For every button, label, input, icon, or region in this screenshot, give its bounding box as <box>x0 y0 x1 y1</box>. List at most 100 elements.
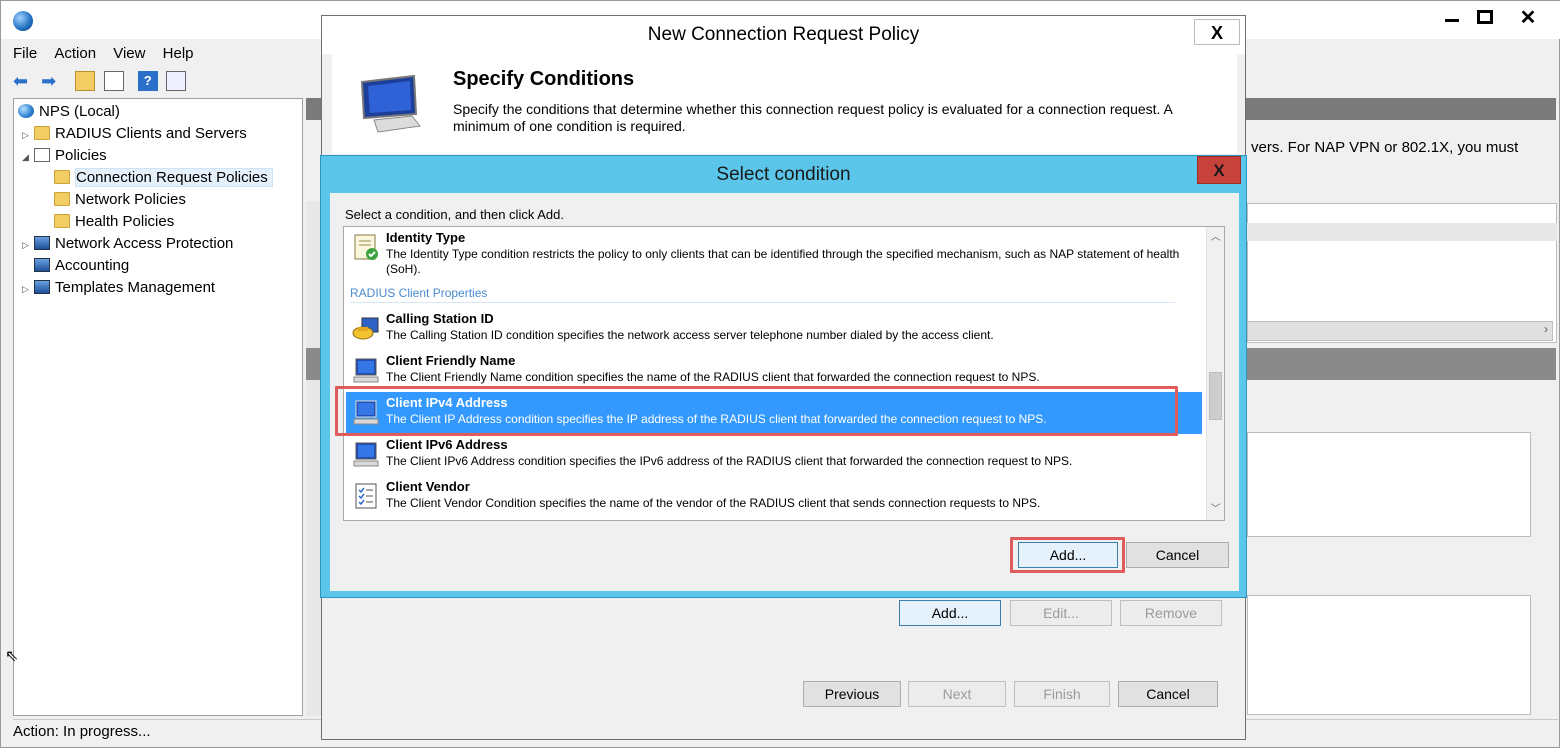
conditions-add-button[interactable]: Add... <box>899 600 1001 626</box>
maximize-button[interactable] <box>1466 7 1504 29</box>
globe-icon <box>18 104 34 118</box>
condition-list[interactable]: Identity Type The Identity Type conditio… <box>343 226 1225 521</box>
menu-view[interactable]: View <box>113 45 145 62</box>
certificate-icon <box>354 234 378 260</box>
tree-item-radius-clients[interactable]: ▷ RADIUS Clients and Servers <box>22 123 247 145</box>
close-window-button[interactable]: ✕ <box>1509 7 1547 29</box>
tree-item-network-access-protection[interactable]: ▷ Network Access Protection <box>22 233 233 255</box>
expand-arrow-icon[interactable]: ▷ <box>22 234 34 256</box>
templates-icon <box>34 280 50 294</box>
accounting-icon <box>34 258 50 272</box>
condition-description: The Calling Station ID condition specifi… <box>386 328 994 342</box>
tree-item-templates-management[interactable]: ▷ Templates Management <box>22 277 215 299</box>
folder-icon <box>54 214 70 228</box>
tree-item-label: Network Access Protection <box>55 235 234 252</box>
cancel-condition-button[interactable]: Cancel <box>1126 542 1229 568</box>
condition-description: The Client Vendor Condition specifies th… <box>386 496 1041 510</box>
cancel-button[interactable]: Cancel <box>1118 681 1218 707</box>
condition-item-client-ipv6-address[interactable]: Client IPv6 Address The Client IPv6 Addr… <box>346 434 1202 476</box>
scroll-up-icon[interactable]: ︿ <box>1207 229 1224 246</box>
computer-icon <box>353 358 379 383</box>
tree-item-label: Connection Request Policies <box>75 168 273 187</box>
condition-item-calling-station-id[interactable]: Calling Station ID The Calling Station I… <box>346 308 1202 350</box>
tree-item-label: Templates Management <box>55 279 216 296</box>
tree-item-label: Health Policies <box>75 213 175 230</box>
dialog-close-button[interactable]: X <box>1194 19 1240 45</box>
condition-item-client-vendor[interactable]: Client Vendor The Client Vendor Conditio… <box>346 476 1202 518</box>
horizontal-scrollbar[interactable]: › <box>1247 321 1553 341</box>
dialog-close-button[interactable]: X <box>1197 156 1241 184</box>
condition-title: Identity Type <box>386 230 466 245</box>
conditions-remove-button[interactable]: Remove <box>1120 600 1222 626</box>
tree-item-connection-request-policies[interactable]: Connection Request Policies <box>54 167 273 189</box>
menu-bar: File Action View Help <box>13 45 207 67</box>
highlight-box <box>1010 537 1125 573</box>
tree-item-label: Accounting <box>55 257 130 274</box>
condition-title: Client Friendly Name <box>386 353 516 368</box>
scrollbar-thumb[interactable] <box>1209 372 1222 420</box>
group-divider <box>350 302 1175 303</box>
back-arrow-icon[interactable]: ⬅ <box>13 71 33 91</box>
condition-title: Client IPv6 Address <box>386 437 508 452</box>
expand-arrow-icon[interactable]: ▷ <box>22 124 34 146</box>
next-button[interactable]: Next <box>908 681 1006 707</box>
expand-arrow-icon[interactable]: ▷ <box>22 278 34 300</box>
policy-document-icon <box>34 148 50 162</box>
tree-item-nps-local[interactable]: NPS (Local) <box>18 101 120 123</box>
dialog-title: Select condition <box>716 164 851 185</box>
instruction-text: Select a condition, and then click Add. <box>345 207 564 222</box>
condition-item-identity-type[interactable]: Identity Type The Identity Type conditio… <box>346 227 1202 277</box>
toolbar: ⬅ ➡ ? <box>13 71 190 93</box>
conditions-panel <box>1247 432 1531 537</box>
condition-title: Client Vendor <box>386 479 470 494</box>
details-description: vers. For NAP VPN or 802.1X, you must <box>1251 139 1519 156</box>
group-header-radius-client-properties: RADIUS Client Properties <box>350 286 488 300</box>
condition-description: The Identity Type condition restricts th… <box>386 247 1180 276</box>
policy-list-row[interactable] <box>1247 223 1557 241</box>
tree-item-label: Policies <box>55 147 107 164</box>
computer-icon <box>353 442 379 467</box>
properties-icon[interactable] <box>165 71 186 91</box>
menu-action[interactable]: Action <box>54 45 96 62</box>
condition-description: The Client IPv6 Address condition specif… <box>386 454 1073 468</box>
up-folder-icon[interactable] <box>75 71 96 91</box>
condition-title: Calling Station ID <box>386 311 494 326</box>
folder-icon <box>54 192 70 206</box>
folder-icon <box>54 170 70 184</box>
vertical-scrollbar[interactable]: ︿ ﹀ <box>1206 227 1224 520</box>
tree-item-health-policies[interactable]: Health Policies <box>54 211 174 233</box>
conditions-edit-button[interactable]: Edit... <box>1010 600 1112 626</box>
checklist-icon <box>355 483 377 509</box>
dialog-title: New Connection Request Policy <box>322 16 1245 54</box>
settings-panel <box>1247 595 1531 715</box>
phone-icon <box>352 317 379 340</box>
tree-item-label: NPS (Local) <box>39 103 120 120</box>
console-tree: NPS (Local) ▷ RADIUS Clients and Servers … <box>13 98 303 716</box>
wizard-heading: Specify Conditions <box>453 68 635 90</box>
scroll-down-icon[interactable]: ﹀ <box>1207 501 1224 518</box>
nps-app-icon <box>13 11 33 31</box>
tree-item-policies[interactable]: ◢ Policies <box>22 145 107 167</box>
tree-item-accounting[interactable]: Accounting <box>34 255 129 277</box>
menu-help[interactable]: Help <box>163 45 194 62</box>
help-icon[interactable]: ? <box>137 71 158 91</box>
network-access-protection-icon <box>34 236 50 250</box>
previous-button[interactable]: Previous <box>803 681 901 707</box>
wizard-header: Specify Conditions Specify the condition… <box>332 54 1237 154</box>
highlight-box <box>335 386 1178 436</box>
folder-icon <box>34 126 50 140</box>
show-hide-tree-icon[interactable] <box>103 71 124 91</box>
collapse-arrow-icon[interactable]: ◢ <box>22 146 34 168</box>
status-text: Action: In progress... <box>13 723 151 740</box>
computer-monitor-icon <box>360 74 421 133</box>
condition-description: The Client Friendly Name condition speci… <box>386 370 1040 384</box>
menu-file[interactable]: File <box>13 45 37 62</box>
scroll-right-icon[interactable]: › <box>1544 322 1548 336</box>
mouse-pointer-icon: ⇖ <box>5 648 19 665</box>
tree-item-label: RADIUS Clients and Servers <box>55 125 247 142</box>
select-condition-dialog: Select condition X Select a condition, a… <box>320 155 1247 598</box>
forward-arrow-icon[interactable]: ➡ <box>41 71 61 91</box>
tree-item-label: Network Policies <box>75 191 186 208</box>
tree-item-network-policies[interactable]: Network Policies <box>54 189 186 211</box>
finish-button[interactable]: Finish <box>1014 681 1110 707</box>
